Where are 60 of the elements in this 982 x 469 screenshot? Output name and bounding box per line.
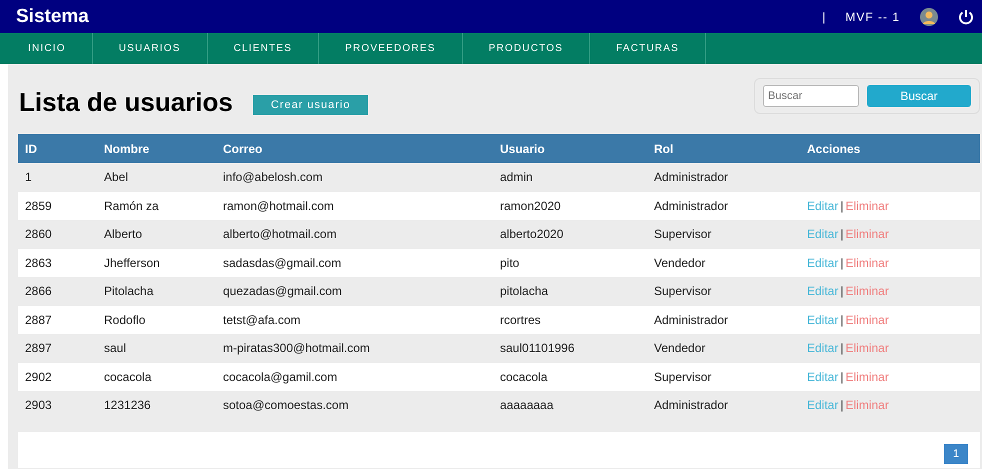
table-cell: 2887 [18, 306, 97, 334]
table-cell: ramon@hotmail.com [216, 192, 493, 220]
column-header: Usuario [493, 134, 647, 163]
delete-link[interactable]: Eliminar [845, 370, 889, 384]
separator: | [822, 10, 826, 24]
separator: | [840, 341, 844, 356]
app-title: Sistema [16, 6, 90, 28]
table-cell: Administrador [647, 192, 800, 220]
table-cell: Supervisor [647, 362, 800, 391]
search-button[interactable]: Buscar [867, 85, 971, 107]
table-cell: ramon2020 [493, 192, 647, 220]
table-cell: tetst@afa.com [216, 306, 493, 334]
delete-link[interactable]: Eliminar [845, 312, 889, 327]
search-field[interactable]: Buscar [763, 85, 859, 107]
table-cell: cocacola [97, 362, 216, 391]
table-cell: pito [493, 248, 647, 277]
column-header: Correo [216, 134, 493, 163]
table-cell: 2859 [18, 192, 97, 220]
table-cell: Jhefferson [97, 248, 216, 277]
delete-link[interactable]: Eliminar [845, 341, 889, 356]
table-cell: Administrador [647, 306, 800, 334]
table-cell: sadasdas@gmail.com [216, 248, 493, 277]
edit-link[interactable]: Editar [807, 227, 838, 242]
separator: | [840, 256, 844, 270]
column-header: Acciones [800, 134, 980, 163]
table-cell: Ramón za [97, 192, 216, 220]
column-header: Nombre [97, 134, 216, 163]
table-cell: cocacola [493, 362, 647, 391]
user-name: MVF -- 1 [845, 10, 900, 24]
delete-link[interactable]: Eliminar [845, 284, 889, 298]
column-header: ID [18, 134, 97, 163]
table-cell: Rodoflo [97, 306, 216, 334]
edit-link[interactable]: Editar [807, 256, 838, 270]
edit-link[interactable]: Editar [807, 398, 838, 412]
table-cell: cocacola@gamil.com [216, 362, 493, 391]
separator: | [840, 312, 844, 327]
edit-link[interactable]: Editar [807, 341, 838, 356]
delete-link[interactable]: Eliminar [845, 398, 889, 412]
power-icon[interactable] [958, 8, 974, 24]
delete-link[interactable]: Eliminar [845, 227, 889, 242]
edit-link[interactable]: Editar [807, 312, 838, 327]
create-user-button[interactable]: Crear usuario [252, 95, 368, 115]
separator: | [840, 198, 844, 213]
separator: | [840, 370, 844, 384]
table-cell: Vendedor [647, 248, 800, 277]
delete-link[interactable]: Eliminar [845, 198, 889, 213]
edit-link[interactable]: Editar [807, 284, 838, 298]
column-header: Rol [647, 134, 800, 163]
separator: | [840, 398, 844, 412]
separator: | [840, 227, 844, 242]
table-cell: 2863 [18, 248, 97, 277]
user-avatar-icon[interactable] [920, 8, 938, 26]
table-cell: rcortres [493, 306, 647, 334]
page-button[interactable]: 1 [944, 444, 968, 464]
edit-link[interactable]: Editar [807, 370, 838, 384]
table-cell: 2902 [18, 362, 97, 391]
page-title: Lista de usuarios [19, 87, 233, 118]
delete-link[interactable]: Eliminar [845, 256, 889, 270]
separator: | [840, 284, 844, 298]
edit-link[interactable]: Editar [807, 198, 838, 213]
